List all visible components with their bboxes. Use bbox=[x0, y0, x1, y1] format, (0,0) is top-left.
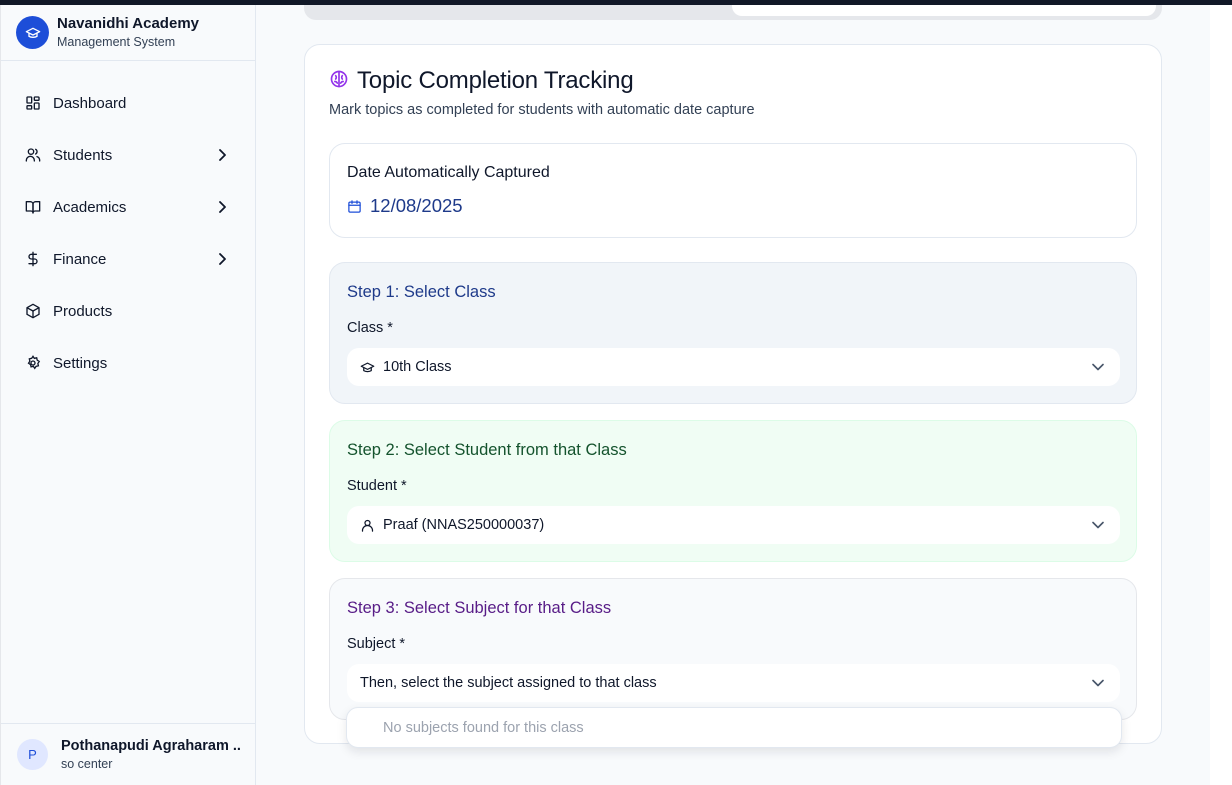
graduation-cap-icon bbox=[360, 360, 375, 375]
date-label: Date Automatically Captured bbox=[347, 164, 550, 181]
graduation-cap-icon bbox=[16, 16, 49, 49]
date-captured-box: Date Automatically Captured 12/08/2025 bbox=[329, 143, 1137, 238]
field-label: Subject * bbox=[347, 636, 406, 652]
student-select[interactable]: Praaf (NNAS250000037) bbox=[347, 506, 1120, 544]
card-header: Topic Completion Tracking bbox=[329, 67, 634, 95]
dashboard-icon bbox=[25, 95, 41, 111]
select-value: Praaf (NNAS250000037) bbox=[383, 517, 545, 533]
step-select-subject: Step 3: Select Subject for that Class Su… bbox=[329, 578, 1137, 720]
brain-icon bbox=[329, 69, 349, 94]
chevron-down-icon bbox=[1092, 521, 1104, 529]
page-description: Mark topics as completed for students wi… bbox=[329, 102, 755, 118]
sidebar-item-label: Settings bbox=[53, 354, 108, 372]
brand-title: Navanidhi Academy bbox=[57, 14, 199, 32]
book-icon bbox=[25, 199, 41, 215]
chevron-right-icon bbox=[217, 148, 227, 162]
dropdown-empty-message: No subjects found for this class bbox=[383, 719, 584, 736]
sidebar-item-label: Products bbox=[53, 302, 113, 320]
sidebar-item-label: Students bbox=[53, 146, 113, 164]
class-select[interactable]: 10th Class bbox=[347, 348, 1120, 386]
step-heading: Step 3: Select Subject for that Class bbox=[347, 599, 612, 617]
chevron-right-icon bbox=[217, 252, 227, 266]
sidebar-item-label: Finance bbox=[53, 250, 107, 268]
gear-icon bbox=[25, 355, 41, 371]
sidebar: Navanidhi Academy Management System Dash… bbox=[0, 5, 256, 785]
step-heading: Step 1: Select Class bbox=[347, 283, 496, 301]
date-value: 12/08/2025 bbox=[370, 195, 463, 216]
sidebar-item-label: Dashboard bbox=[53, 94, 127, 112]
main-content: Topic Completion Tracking Mark topics as… bbox=[256, 0, 1210, 785]
avatar: P bbox=[17, 739, 48, 770]
brand-header[interactable]: Navanidhi Academy Management System bbox=[1, 5, 255, 61]
subject-select[interactable]: Then, select the subject assigned to tha… bbox=[347, 664, 1120, 702]
field-label: Student * bbox=[347, 478, 407, 494]
select-value: 10th Class bbox=[383, 359, 452, 375]
sidebar-item-academics[interactable]: Academics bbox=[1, 181, 255, 233]
step-select-student: Step 2: Select Student from that Class S… bbox=[329, 420, 1137, 562]
brand-subtitle: Management System bbox=[57, 34, 176, 49]
sidebar-item-students[interactable]: Students bbox=[1, 129, 255, 181]
users-icon bbox=[25, 147, 41, 163]
topic-tracking-card: Topic Completion Tracking Mark topics as… bbox=[304, 44, 1162, 744]
chevron-right-icon bbox=[217, 200, 227, 214]
dollar-icon bbox=[25, 251, 41, 267]
sidebar-nav: Dashboard Students Academics Finance Pro… bbox=[1, 61, 255, 389]
select-placeholder: Then, select the subject assigned to tha… bbox=[360, 675, 657, 691]
calendar-icon bbox=[347, 199, 362, 214]
sidebar-item-finance[interactable]: Finance bbox=[1, 233, 255, 285]
date-value-row: 12/08/2025 bbox=[347, 195, 463, 217]
user-role: so center bbox=[61, 756, 113, 771]
field-label: Class * bbox=[347, 320, 393, 336]
step-select-class: Step 1: Select Class Class * 10th Class bbox=[329, 262, 1137, 404]
sidebar-item-label: Academics bbox=[53, 198, 127, 216]
page-title: Topic Completion Tracking bbox=[357, 67, 634, 94]
chevron-down-icon bbox=[1092, 363, 1104, 371]
package-icon bbox=[25, 303, 41, 319]
sidebar-item-products[interactable]: Products bbox=[1, 285, 255, 337]
step-heading: Step 2: Select Student from that Class bbox=[347, 441, 627, 459]
subject-dropdown-menu: No subjects found for this class bbox=[346, 707, 1122, 748]
window-top-edge bbox=[0, 0, 1232, 5]
page-gutter bbox=[1210, 5, 1232, 785]
user-profile[interactable]: P Pothanapudi Agraharam ... so center bbox=[1, 723, 256, 785]
user-icon bbox=[360, 518, 375, 533]
chevron-down-icon bbox=[1092, 679, 1104, 687]
sidebar-item-dashboard[interactable]: Dashboard bbox=[1, 77, 255, 129]
sidebar-item-settings[interactable]: Settings bbox=[1, 337, 255, 389]
user-name: Pothanapudi Agraharam ... bbox=[61, 737, 241, 754]
